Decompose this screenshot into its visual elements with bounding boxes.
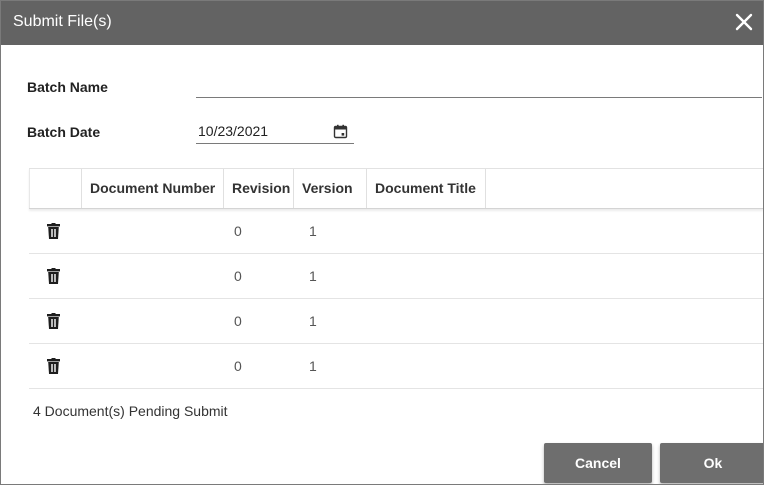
version-cell: 1 (309, 268, 317, 284)
submit-files-dialog: Submit File(s) Batch Name Batch Date 10/… (0, 0, 764, 485)
batch-date-label: Batch Date (27, 124, 101, 140)
cancel-button[interactable]: Cancel (544, 443, 652, 483)
batch-date-field[interactable]: 10/23/2021 (196, 121, 354, 144)
table-row: 0 1 (29, 344, 763, 389)
table-row: 0 1 (29, 254, 763, 299)
revision-cell: 0 (234, 268, 242, 284)
revision-cell: 0 (234, 358, 242, 374)
version-cell: 1 (309, 313, 317, 329)
calendar-icon[interactable] (333, 124, 348, 139)
dialog-titlebar: Submit File(s) (1, 1, 763, 45)
column-header-document-title[interactable]: Document Title (366, 169, 486, 208)
pending-status: 4 Document(s) Pending Submit (33, 403, 228, 419)
column-header-revision[interactable]: Revision (223, 169, 293, 208)
revision-cell: 0 (234, 313, 242, 329)
table-row: 0 1 (29, 299, 763, 344)
batch-name-label: Batch Name (27, 79, 108, 95)
batch-date-value: 10/23/2021 (198, 123, 269, 139)
trash-icon[interactable] (47, 313, 60, 329)
documents-table: Document Number Revision Version Documen… (29, 168, 763, 389)
dialog-title: Submit File(s) (13, 13, 112, 30)
column-header-document-number[interactable]: Document Number (81, 169, 223, 208)
close-icon[interactable] (731, 9, 757, 35)
table-header: Document Number Revision Version Documen… (29, 168, 763, 209)
ok-button[interactable]: Ok (660, 443, 763, 483)
batch-name-input[interactable] (196, 77, 762, 98)
trash-icon[interactable] (47, 358, 60, 374)
revision-cell: 0 (234, 223, 242, 239)
column-header-actions (29, 169, 81, 208)
version-cell: 1 (309, 358, 317, 374)
column-header-version[interactable]: Version (293, 169, 366, 208)
trash-icon[interactable] (47, 268, 60, 284)
table-row: 0 1 (29, 209, 763, 254)
trash-icon[interactable] (47, 223, 60, 239)
version-cell: 1 (309, 223, 317, 239)
